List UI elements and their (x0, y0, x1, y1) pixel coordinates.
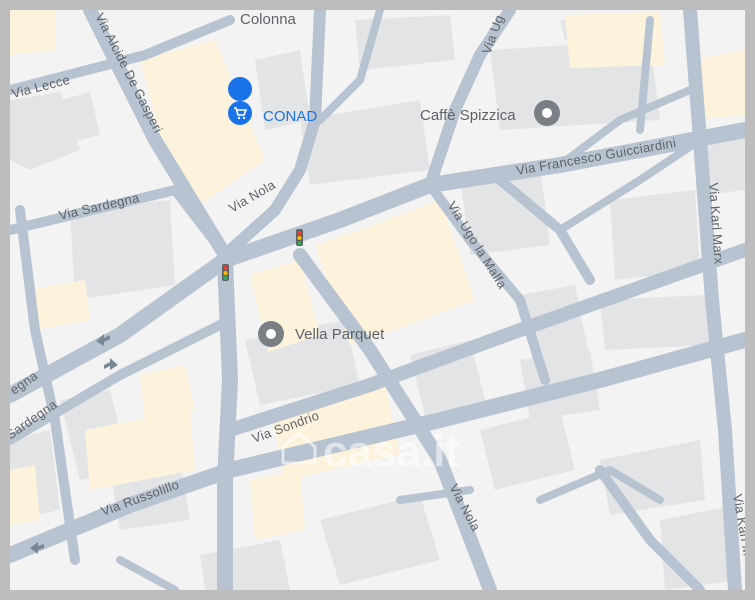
poi-label-vella: Vella Parquet (295, 326, 385, 343)
poi-label-spizzica: Caffè Spizzica (420, 107, 516, 124)
traffic-light-icon (222, 264, 229, 281)
watermark-text: casa.it (323, 427, 460, 476)
traffic-light-icon (296, 229, 303, 246)
area-label-colonna: Colonna (240, 11, 297, 28)
map-view[interactable]: Colonna Via Alcide De Gasperi Via Lecce … (10, 10, 745, 590)
poi-label-conad: CONAD (263, 108, 317, 125)
map-canvas[interactable]: Colonna Via Alcide De Gasperi Via Lecce … (10, 10, 745, 590)
map-frame: Colonna Via Alcide De Gasperi Via Lecce … (0, 0, 755, 600)
